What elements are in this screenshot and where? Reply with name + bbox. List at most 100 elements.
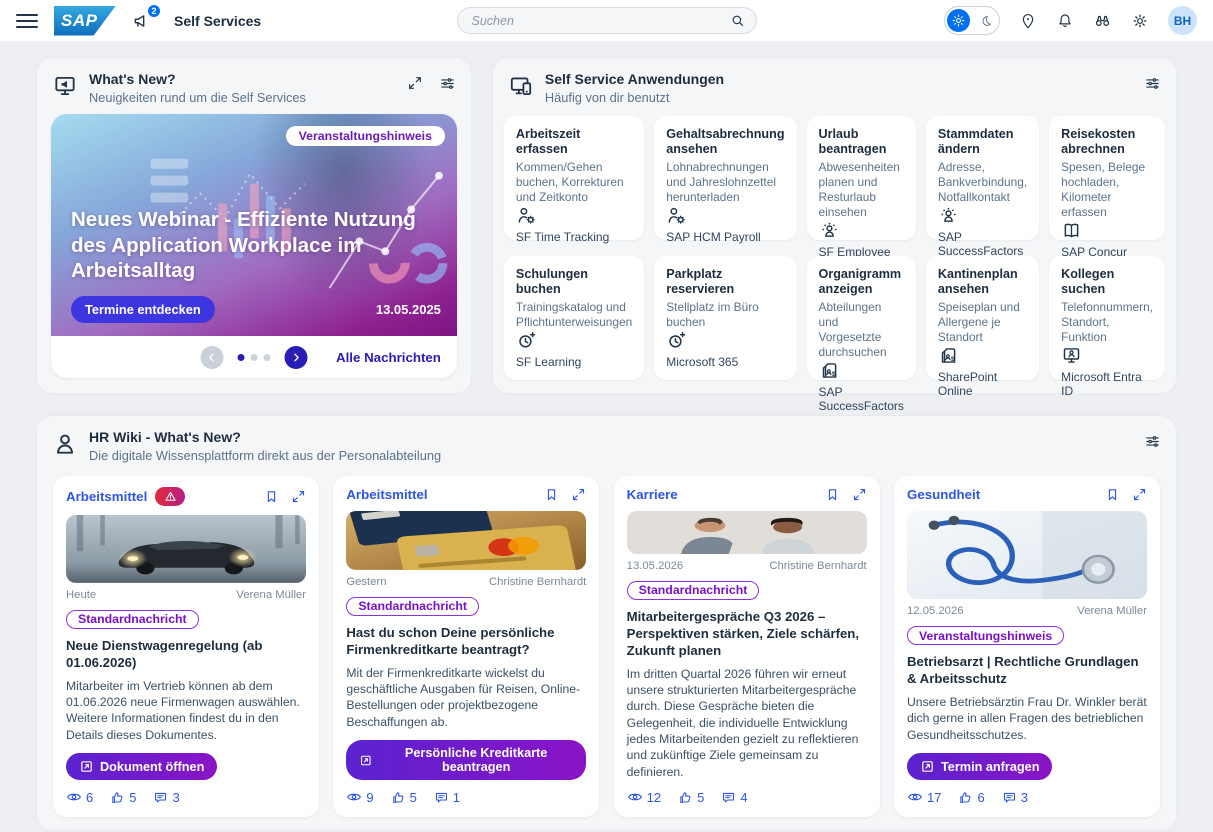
doc-open-icon [359,753,373,768]
sap-logo-text: SAP [61,11,97,31]
tile-description: Abteilungen und Vorgesetzte durchsuchen [819,300,904,360]
app-tile-org-chart[interactable]: Organigramm anzeigen Abteilungen und Vor… [807,256,916,380]
hamburger-menu-icon[interactable] [16,10,38,32]
tile-description: Speiseplan und Allergene je Standort [938,300,1027,345]
location-pin-icon[interactable] [1019,12,1037,30]
expand-icon[interactable] [571,487,586,502]
monitor-megaphone-icon [52,73,78,99]
tile-description: Kommen/Gehen buchen, Korrekturen und Zei… [516,160,632,205]
app-tile-master-data[interactable]: Stammdaten ändern Adresse, Bankverbindun… [926,116,1039,240]
whats-new-subtitle: Neuigkeiten rund um die Self Services [89,90,306,105]
button-label: Termin anfragen [941,760,1039,774]
app-tile-colleagues[interactable]: Kollegen suchen Telefonnummern, Standort… [1049,256,1165,380]
expand-icon[interactable] [852,487,867,502]
comments-stat[interactable]: 3 [1002,790,1028,805]
tile-description: Telefonnummern, Standort, Funktion [1061,300,1153,345]
app-tile-travel-expenses[interactable]: Reisekosten abrechnen Spesen, Belege hoc… [1049,116,1165,240]
request-appointment-button[interactable]: Termin anfragen [907,753,1052,780]
bookmark-icon[interactable] [825,487,840,502]
likes-stat[interactable]: 5 [678,790,704,805]
tile-app-label: SharePoint Online [938,370,1027,398]
settings-sliders-icon[interactable] [1144,75,1161,92]
comments-stat[interactable]: 1 [434,790,460,805]
news-type-badge: Standardnachricht [346,597,479,616]
sap-logo[interactable]: SAP [54,6,116,36]
news-author: Verena Müller [1077,605,1147,617]
bookmark-icon[interactable] [1105,487,1120,502]
tile-app-label: Microsoft 365 [666,355,784,369]
expand-icon[interactable] [407,75,423,91]
carousel-dot[interactable] [250,354,257,361]
news-category: Karriere [627,487,678,502]
news-card-credit-card: Arbeitsmittel Gestern [333,476,599,817]
org-dollar-icon [938,345,959,366]
binoculars-icon[interactable] [1093,11,1112,30]
news-card-company-car: Arbeitsmittel [53,476,319,817]
news-category: Arbeitsmittel [346,487,427,502]
apply-credit-card-button[interactable]: Persönliche Kreditkarte beantragen [346,740,586,780]
news-body: Unsere Betriebsärztin Frau Dr. Winkler b… [907,694,1147,743]
thumbs-up-icon [678,790,693,805]
tile-description: Abwesenheiten planen und Resturlaub eins… [819,160,904,220]
bookmark-icon[interactable] [544,487,559,502]
news-slide-image: Veranstaltungshinweis Neues Webinar - Ef… [51,114,457,336]
likes-stat[interactable]: 5 [391,790,417,805]
tile-title: Schulungen buchen [516,267,632,298]
search-container [457,7,757,34]
search-input[interactable] [457,7,757,34]
settings-sliders-icon[interactable] [439,75,456,92]
doc-open-icon [920,759,935,774]
warning-badge [155,487,185,506]
person-gear-icon [666,205,687,226]
comments-stat[interactable]: 4 [721,790,747,805]
tile-app-label: SF Time Tracking [516,230,632,244]
light-mode-button[interactable] [947,9,970,32]
app-tile-time-tracking[interactable]: Arbeitszeit erfassen Kommen/Gehen buchen… [504,116,644,240]
news-body: Mitarbeiter im Vertrieb können ab dem 01… [66,678,306,743]
button-label: Dokument öffnen [100,760,204,774]
eye-icon [627,789,643,805]
tile-title: Urlaub beantragen [819,127,904,158]
dark-mode-button[interactable] [974,9,997,32]
eye-icon [66,789,82,805]
comments-stat[interactable]: 3 [153,790,179,805]
app-tile-parking[interactable]: Parkplatz reservieren Stellplatz im Büro… [654,256,796,380]
likes-stat[interactable]: 5 [110,790,136,805]
warning-icon [164,490,177,503]
news-card-employee-talks: Karriere 13.05.2026 Ch [614,476,880,817]
slide-title: Neues Webinar - Effiziente Nutzung des A… [71,207,443,284]
button-label: Persönliche Kreditkarte beantragen [379,746,573,774]
person-gear-icon [516,205,537,226]
news-body: Mit der Firmenkreditkarte wickelst du ge… [346,665,586,730]
all-news-link[interactable]: Alle Nachrichten [336,350,441,365]
announcements-badge: 2 [147,4,161,18]
user-avatar[interactable]: BH [1168,6,1197,35]
news-author: Verena Müller [236,589,306,601]
announcements-button[interactable]: 2 [132,11,152,31]
app-tile-trainings[interactable]: Schulungen buchen Trainingskatalog und P… [504,256,644,380]
moon-icon [979,14,993,28]
likes-stat[interactable]: 6 [958,790,984,805]
expand-icon[interactable] [291,489,306,504]
carousel-prev-button[interactable] [200,346,223,369]
settings-gear-icon[interactable] [1131,12,1149,30]
tile-app-label: SAP SuccessFactors [938,230,1027,258]
discover-dates-button[interactable]: Termine entdecken [71,296,215,323]
search-icon[interactable] [730,13,745,28]
carousel-dot[interactable] [263,354,270,361]
expand-icon[interactable] [1132,487,1147,502]
news-title: Mitarbeitergespräche Q3 2026 – Perspekti… [627,609,867,660]
carousel-next-button[interactable] [284,346,307,369]
comment-icon [153,790,168,805]
app-tile-vacation[interactable]: Urlaub beantragen Abwesenheiten planen u… [807,116,916,240]
carousel-dot[interactable] [237,354,244,361]
open-document-button[interactable]: Dokument öffnen [66,753,217,780]
theme-toggle [944,6,1000,35]
settings-sliders-icon[interactable] [1144,433,1161,450]
comment-icon [1002,790,1017,805]
app-tile-canteen[interactable]: Kantinenplan ansehen Speiseplan und Alle… [926,256,1039,380]
chevron-left-icon [205,351,218,364]
bookmark-icon[interactable] [264,489,279,504]
app-tile-payroll[interactable]: Gehaltsabrechnung ansehen Lohnabrechnung… [654,116,796,240]
notifications-bell-icon[interactable] [1056,12,1074,30]
